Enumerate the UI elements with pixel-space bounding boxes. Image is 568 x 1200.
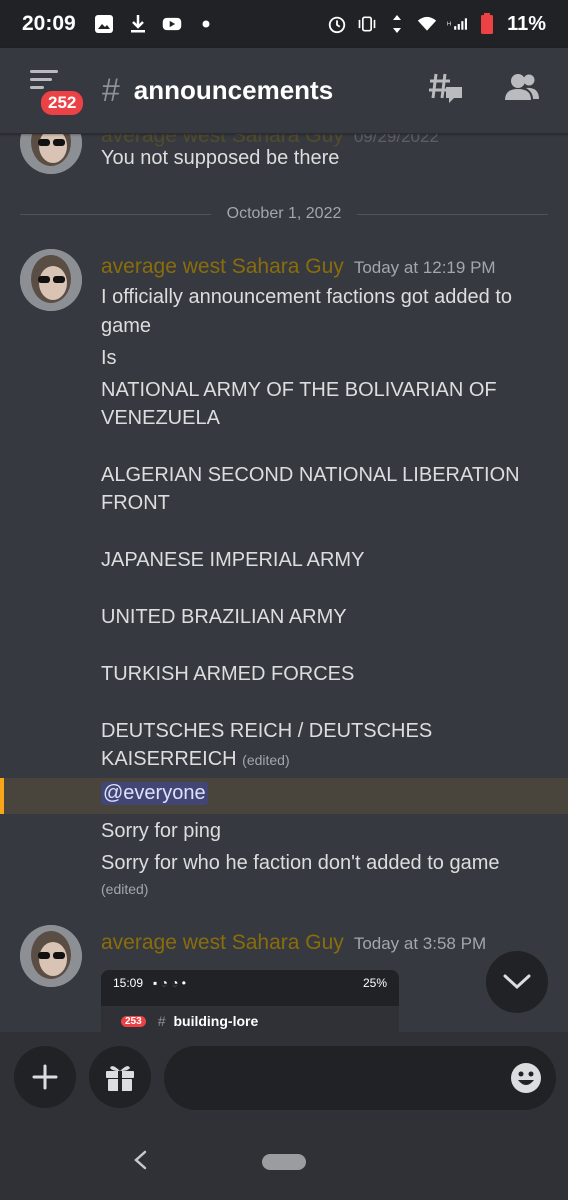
message-line: NATIONAL ARMY OF THE BOLIVARIAN OF xyxy=(101,379,497,401)
message-author[interactable]: average west Sahara Guy xyxy=(101,255,344,278)
message-line: UNITED BRAZILIAN ARMY xyxy=(101,606,347,628)
menu-button[interactable]: 252 xyxy=(28,66,87,118)
message-line: Is xyxy=(101,347,117,369)
message-line: JAPANESE IMPERIAL ARMY xyxy=(101,549,365,571)
threads-icon[interactable] xyxy=(428,70,464,111)
download-icon xyxy=(128,14,148,34)
message-line: I officially announcement factions got a… xyxy=(101,286,513,308)
status-time: 20:09 xyxy=(22,12,76,35)
embed-time: 15:09 xyxy=(113,976,144,990)
plus-icon xyxy=(32,1064,58,1090)
message-text: You not supposed be there xyxy=(101,147,340,169)
message-author[interactable]: average west Sahara Guy xyxy=(101,134,344,147)
system-nav-bar xyxy=(0,1122,568,1200)
embed-channel-name: building-lore xyxy=(173,1013,259,1029)
emoji-picker-button[interactable] xyxy=(510,1062,542,1099)
message-header: average west Sahara Guy Today at 3:58 PM xyxy=(101,931,486,955)
message-line: ALGERIAN SECOND NATIONAL LIBERATION xyxy=(101,464,520,486)
message-line: Sorry for ping xyxy=(101,820,222,842)
gift-button[interactable] xyxy=(89,1046,151,1108)
message-timestamp: 09/29/2022 xyxy=(353,134,439,146)
message-input[interactable] xyxy=(164,1046,556,1110)
message-composer xyxy=(0,1032,568,1122)
edited-label: (edited) xyxy=(101,881,149,897)
smiley-icon xyxy=(511,1063,541,1093)
image-icon xyxy=(94,14,114,34)
avatar[interactable] xyxy=(20,134,82,174)
message-line: DEUTSCHES REICH / DEUTSCHES xyxy=(101,720,433,742)
home-pill[interactable] xyxy=(262,1154,306,1170)
date-divider-label: October 1, 2022 xyxy=(226,205,342,222)
message-line: FRONT xyxy=(101,492,170,514)
gift-icon xyxy=(106,1066,134,1091)
message-author[interactable]: average west Sahara Guy xyxy=(101,931,344,954)
message-line: VENEZUELA xyxy=(101,407,220,429)
embed-hash-icon: # xyxy=(157,1013,166,1029)
embed-battery: 25% xyxy=(362,976,387,990)
message-timestamp: Today at 12:19 PM xyxy=(353,258,496,277)
message-line: Sorry for who he faction don't added to … xyxy=(101,852,500,874)
edited-label: (edited) xyxy=(242,752,290,768)
channel-header: 252 # announcements xyxy=(0,48,568,134)
chevron-down-icon xyxy=(503,974,531,990)
message-line-edited: KAISERREICH (edited) xyxy=(101,748,290,771)
battery-icon xyxy=(477,13,497,34)
mention-highlight: @everyone xyxy=(0,778,568,814)
avatar[interactable] xyxy=(20,925,82,987)
unread-badge: 252 xyxy=(38,87,87,118)
image-attachment[interactable]: 15:09 ▪ ◔ ◔ • 25% 253 # building-lore xyxy=(101,970,399,1032)
youtube-icon xyxy=(162,14,182,34)
message-timestamp: Today at 3:58 PM xyxy=(353,934,487,953)
signal-icon: H xyxy=(447,14,468,34)
message-line: KAISERREICH xyxy=(101,748,237,770)
members-icon[interactable] xyxy=(504,72,540,109)
avatar[interactable] xyxy=(20,249,82,311)
message-line: TURKISH ARMED FORCES xyxy=(101,663,355,685)
embed-status-bar: 15:09 ▪ ◔ ◔ • 25% xyxy=(113,976,387,990)
date-divider: October 1, 2022 xyxy=(20,204,548,224)
wifi-icon xyxy=(417,14,437,34)
embed-notification-icons: ▪ ◔ ◔ • xyxy=(153,976,186,990)
message-line: game xyxy=(101,315,152,337)
back-icon[interactable] xyxy=(130,1148,150,1177)
everyone-mention[interactable]: @everyone xyxy=(101,782,208,805)
channel-name[interactable]: announcements xyxy=(134,75,333,106)
jump-to-bottom-button[interactable] xyxy=(486,951,548,1013)
battery-percentage: 11% xyxy=(507,12,546,35)
message-list[interactable]: average west Sahara Guy 09/29/2022 You no… xyxy=(0,134,568,1032)
embed-badge: 253 xyxy=(121,1015,146,1027)
embed-header: 253 # building-lore xyxy=(101,1006,399,1032)
message-header: average west Sahara Guy Today at 12:19 PM xyxy=(101,255,496,279)
status-bar: 20:09 H 11% xyxy=(0,0,568,48)
vibrate-icon xyxy=(357,14,377,34)
svg-text:H: H xyxy=(447,21,451,27)
add-attachment-button[interactable] xyxy=(14,1046,76,1108)
dot-icon xyxy=(196,14,216,34)
data-arrows-icon xyxy=(387,14,407,34)
alarm-icon xyxy=(327,14,347,34)
channel-hash-icon: # xyxy=(102,72,120,108)
